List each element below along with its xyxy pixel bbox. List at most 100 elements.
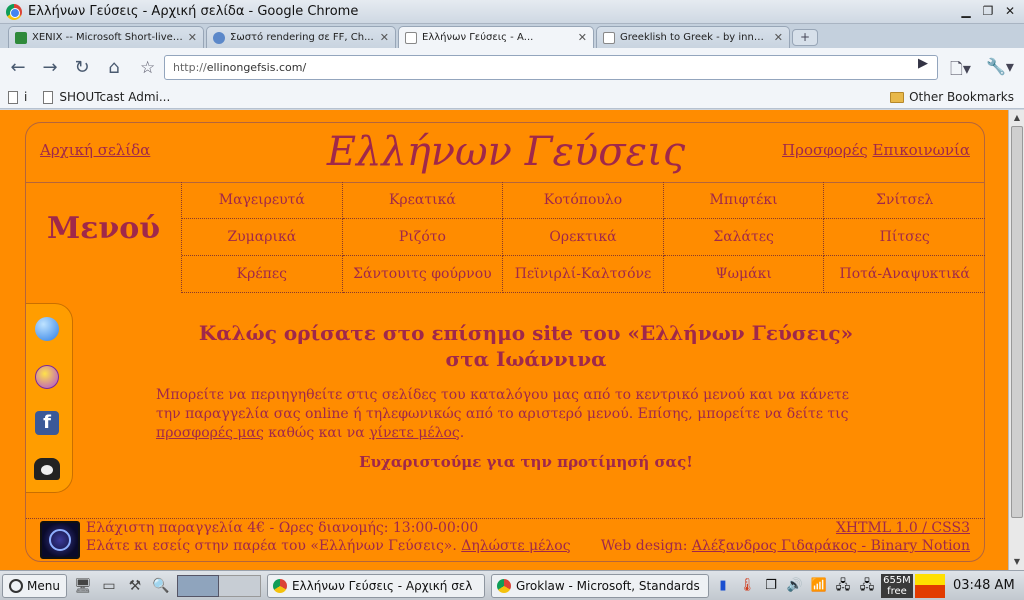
menu-item[interactable]: Σνίτσελ	[824, 182, 985, 219]
memory-label: free	[887, 585, 907, 597]
task-chrome[interactable]: Ελλήνων Γεύσεις - Αρχική σελ	[266, 573, 485, 598]
page-menu-icon[interactable]: 🗋▾	[950, 58, 971, 85]
scroll-up-icon[interactable]: ▲	[1009, 110, 1024, 126]
menu-grid: Μαγειρευτά Κρεατικά Κοτόπουλο Μπιφτέκι Σ…	[181, 182, 985, 293]
back-arrow-icon: ←	[10, 56, 26, 78]
tab-greeklish[interactable]: Greeklish to Greek - by innoveti... ✕	[596, 26, 790, 48]
task-groklaw[interactable]: Groklaw - Microsoft, Standards	[490, 573, 709, 598]
menu-item[interactable]: Κρεατικά	[342, 182, 504, 219]
menu-item[interactable]: Μαγειρευτά	[182, 182, 343, 219]
menu-item[interactable]: Κρέπες	[182, 256, 343, 293]
design-label: Web design:	[600, 538, 688, 554]
page-icon	[43, 90, 54, 104]
intro-text: Μπορείτε να περιηγηθείτε στις σελίδες το…	[156, 387, 849, 422]
back-button[interactable]: ←	[4, 54, 32, 80]
tab-ellinon-gefsis[interactable]: Ελλήνων Γεύσεις - Α... ✕	[398, 26, 594, 48]
file-manager-icon[interactable]: 🖥	[73, 576, 93, 596]
taskbar: Menu 🖥 ▭ ⚒ 🔍 Ελλήνων Γεύσεις - Αρχική σε…	[0, 570, 1024, 600]
volume-icon[interactable]: 🔊	[785, 575, 805, 597]
tab-close-icon[interactable]: ✕	[188, 31, 197, 44]
address-bar[interactable]: http://ellinongefsis.com/	[164, 55, 938, 80]
bookmark-star-icon[interactable]: ☆	[140, 58, 155, 78]
favicon-icon	[15, 31, 27, 44]
intro-paragraph: Μπορείτε να περιηγηθείτε στις σελίδες το…	[156, 386, 866, 443]
minimize-icon[interactable]: ▁	[958, 3, 974, 19]
tools-icon[interactable]: ⚒	[125, 576, 145, 596]
menu-item[interactable]: Σάντουιτς φούρνου	[342, 256, 504, 293]
tab-close-icon[interactable]: ✕	[578, 31, 587, 44]
wrench-menu-icon[interactable]: 🔧▾	[986, 57, 1014, 76]
network-icon-2[interactable]: 🖧	[857, 575, 877, 597]
designer-link[interactable]: Αλέξανδρος Γιδαράκος - Binary Notion	[692, 538, 970, 554]
menu-item[interactable]: Σαλάτες	[663, 219, 825, 256]
home-button[interactable]: ⌂	[100, 54, 128, 80]
menu-item[interactable]: Πεϊνιρλί-Καλτσόνε	[503, 256, 664, 293]
forward-button[interactable]: →	[36, 54, 64, 80]
menu-item[interactable]: Κοτόπουλο	[503, 182, 664, 219]
other-bookmarks[interactable]: Other Bookmarks	[890, 90, 1014, 104]
register-link[interactable]: Δηλώστε μέλος	[461, 538, 570, 554]
telephone-button[interactable]	[32, 454, 62, 484]
tab-xenix[interactable]: XENIX -- Microsoft Short-lived ... ✕	[8, 26, 204, 48]
tab-close-icon[interactable]: ✕	[774, 31, 783, 44]
scroll-down-icon[interactable]: ▼	[1009, 554, 1024, 570]
wifi-icon[interactable]: 📶	[809, 575, 829, 597]
menu-item[interactable]: Μπιφτέκι	[663, 182, 825, 219]
scroll-thumb[interactable]	[1011, 126, 1023, 518]
bookmark-label: SHOUTcast Admi...	[59, 90, 171, 104]
clock[interactable]: 03:48 AM	[953, 578, 1015, 593]
home-icon: ⌂	[108, 56, 120, 78]
bookmark-i[interactable]: i	[8, 90, 27, 104]
thanks-message: Ευχαριστούμε για την προτίμησή σας!	[359, 453, 693, 471]
xhtml-css-link[interactable]: XHTML 1.0 / CSS3	[601, 519, 970, 537]
offers-inline-link[interactable]: προσφορές μας	[156, 425, 264, 441]
reload-icon: ↻	[74, 56, 90, 78]
menu-item[interactable]: Ψωμάκι	[663, 256, 825, 293]
contact-link[interactable]: Επικοινωνία	[873, 141, 970, 159]
become-member-link[interactable]: γίνετε μέλος	[369, 425, 460, 441]
tab-rendering[interactable]: Σωστό rendering σε FF, Ch... ✕	[206, 26, 396, 48]
tab-close-icon[interactable]: ✕	[380, 31, 389, 44]
menu-item[interactable]: Ποτά-Αναψυκτικά	[824, 256, 985, 293]
welcome-line: Καλώς ορίσατε στο επίσημο site του «Ελλή…	[198, 321, 854, 345]
reload-button[interactable]: ↻	[68, 54, 96, 80]
drive-icon[interactable]: ▭	[99, 576, 119, 596]
start-menu-button[interactable]: Menu	[2, 573, 67, 598]
workspace-2[interactable]	[218, 574, 261, 597]
bookmark-shoutcast[interactable]: SHOUTcast Admi...	[43, 90, 170, 104]
intro-text: καθώς και να	[263, 425, 370, 441]
url-scheme: http://	[173, 61, 207, 74]
memory-monitor[interactable]: 655M free	[880, 573, 913, 598]
page-icon	[405, 31, 417, 44]
menu-item[interactable]: Ορεκτικά	[503, 219, 664, 256]
network-icon[interactable]: 🖧	[833, 575, 853, 597]
intro-text: .	[459, 425, 465, 441]
chrome-icon	[496, 578, 511, 593]
page-icon	[8, 90, 18, 104]
offers-link[interactable]: Προσφορές	[782, 141, 868, 159]
min-order-text: Ελάχιστη παραγγελία 4€ - Ωρες διανομής: …	[86, 520, 479, 536]
new-tab-button[interactable]: +	[792, 29, 818, 46]
vertical-scrollbar[interactable]: ▲ ▼	[1008, 110, 1024, 570]
cpu-graph[interactable]	[914, 573, 945, 598]
menu-item[interactable]: Ζυμαρικά	[182, 219, 343, 256]
binary-notion-logo[interactable]	[40, 521, 80, 559]
msn-button[interactable]	[32, 314, 62, 344]
close-icon[interactable]: ✕	[1002, 3, 1018, 19]
footer-info: Ελάχιστη παραγγελία 4€ - Ωρες διανομής: …	[86, 519, 571, 555]
page-icon	[603, 31, 615, 44]
search-icon[interactable]: 🔍	[151, 576, 171, 596]
menu-item[interactable]: Ριζότο	[342, 219, 504, 256]
thermometer-icon[interactable]: 🌡	[737, 575, 757, 597]
battery-icon[interactable]: ▮	[713, 575, 733, 597]
menu-label: Menu	[27, 578, 60, 593]
workspace-1[interactable]	[176, 574, 219, 597]
menu-item[interactable]: Πίτσες	[824, 219, 985, 256]
restore-icon[interactable]: ❐	[980, 3, 996, 19]
facebook-button[interactable]: f	[32, 408, 62, 438]
page-viewport: Αρχική σελίδα Ελλήνων Γεύσεις Προσφορές …	[0, 110, 1008, 570]
task-label: Groklaw - Microsoft, Standards	[515, 578, 700, 593]
yahoo-messenger-button[interactable]	[32, 362, 62, 392]
go-icon[interactable]: ▶	[918, 56, 928, 71]
windows-icon[interactable]: ❐	[761, 575, 781, 597]
